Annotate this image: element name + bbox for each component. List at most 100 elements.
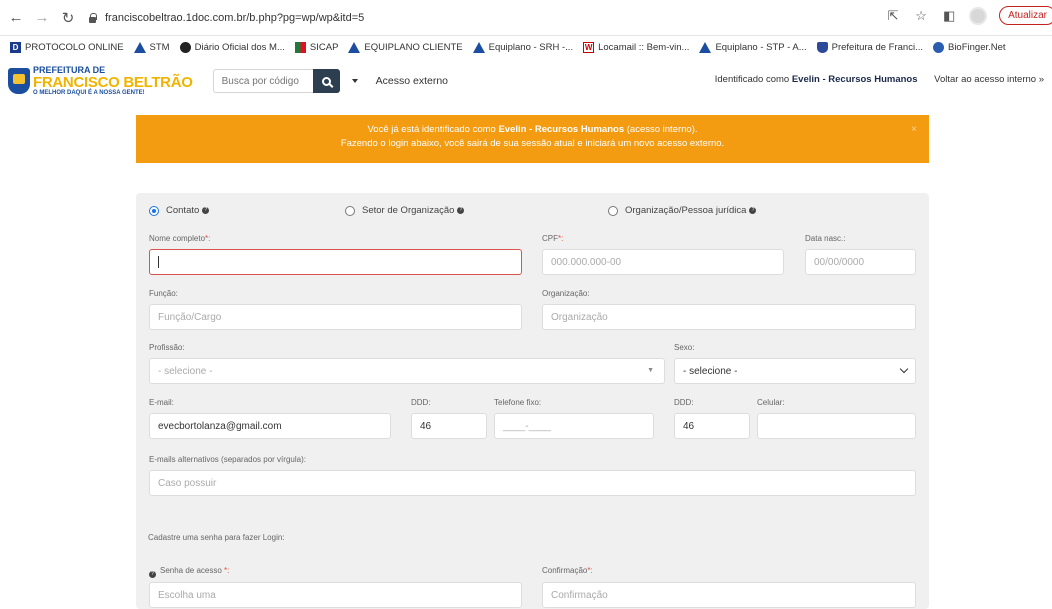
celular-label: Celular: — [757, 398, 785, 407]
code-search — [212, 69, 340, 93]
email-input[interactable]: evecbortolanza@gmail.com — [149, 413, 391, 439]
ddd-celular-input[interactable]: 46 — [674, 413, 750, 439]
radio-label: Setor de Organização — [362, 205, 455, 216]
doc-d-icon: D — [10, 41, 21, 53]
chevron-down-icon — [899, 364, 909, 374]
radio-button[interactable] — [345, 205, 355, 216]
bookmark-label: SICAP — [309, 41, 339, 53]
browser-toolbar: ← → ↻ franciscobeltrao.1doc.com.br/b.php… — [0, 0, 1052, 36]
url-bar[interactable]: franciscobeltrao.1doc.com.br/b.php?pg=wp… — [88, 6, 364, 30]
shield-icon — [816, 41, 828, 53]
logo-line-2: FRANCISCO BELTRÃO — [33, 74, 193, 91]
radio-label: Contato — [166, 205, 200, 216]
funcao-input[interactable]: Função/Cargo — [149, 304, 522, 330]
close-icon[interactable]: × — [911, 123, 917, 137]
nome-label: Nome completo*: — [149, 234, 211, 243]
search-button[interactable] — [312, 69, 340, 93]
bookmark-label: EQUIPLANO CLIENTE — [364, 41, 463, 53]
sexo-value: - selecione - — [683, 365, 738, 377]
w-icon: W — [583, 41, 595, 53]
bookmark-label: Locamail :: Bem-vin... — [598, 41, 690, 53]
emails-alt-input[interactable]: Caso possuir — [149, 470, 916, 496]
bookmark-item[interactable]: Diário Oficial dos M... — [179, 41, 285, 53]
help-icon[interactable]: ? — [149, 571, 156, 578]
triangle-icon — [699, 41, 712, 53]
bookmark-item[interactable]: Equiplano - STP - A... — [699, 41, 807, 53]
bookmark-item[interactable]: Equiplano - SRH -... — [472, 41, 574, 53]
reload-icon[interactable]: ↻ — [58, 8, 78, 28]
alert-line-1: Você já está identificado como Evelin - … — [136, 123, 929, 137]
sicap-icon — [294, 41, 306, 53]
sexo-select[interactable]: - selecione - — [674, 358, 916, 384]
chevron-down-icon[interactable] — [351, 79, 358, 83]
help-icon[interactable]: ? — [749, 207, 757, 214]
nome-input[interactable] — [149, 249, 522, 275]
celular-input[interactable] — [757, 413, 916, 439]
help-icon[interactable]: ? — [457, 207, 465, 214]
bookmark-item[interactable]: W Locamail :: Bem-vin... — [583, 41, 690, 53]
lock-icon — [88, 12, 97, 23]
cpf-input[interactable]: 000.000.000-00 — [542, 249, 784, 275]
nasc-input[interactable]: 00/00/0000 — [805, 249, 916, 275]
confirmacao-input[interactable]: Confirmação — [542, 582, 916, 608]
site-header: PREFEITURA DE FRANCISCO BELTRÃO O MELHOR… — [0, 60, 1052, 102]
senha-input[interactable]: Escolha uma — [149, 582, 522, 608]
session-alert: Você já está identificado como Evelin - … — [136, 115, 929, 163]
url-text: franciscobeltrao.1doc.com.br/b.php?pg=wp… — [105, 11, 365, 24]
identified-prefix: Identificado como — [714, 74, 790, 85]
radio-contato[interactable]: Contato ? — [149, 205, 210, 216]
bookmark-label: Equiplano - SRH -... — [488, 41, 574, 53]
profissao-label: Profissão: — [149, 343, 185, 352]
logo-line-3: O MELHOR DAQUI É A NOSSA GENTE! — [33, 90, 145, 96]
senha-label: ? Senha de acesso *: — [149, 566, 229, 578]
radio-organizacao[interactable]: Organização/Pessoa jurídica ? — [608, 205, 757, 216]
ddd-celular-label: DDD: — [674, 398, 694, 407]
bookmark-item[interactable]: EQUIPLANO CLIENTE — [348, 41, 463, 53]
back-arrow-icon[interactable]: ← — [6, 8, 26, 28]
profile-avatar[interactable] — [969, 6, 988, 25]
forward-arrow-icon[interactable]: → — [32, 8, 52, 28]
ddd-input[interactable]: 46 — [411, 413, 487, 439]
ddd-label: DDD: — [411, 398, 431, 407]
bookmark-item[interactable]: STM — [133, 41, 170, 53]
radio-button-checked[interactable] — [149, 205, 159, 216]
bookmark-item[interactable]: SICAP — [294, 41, 339, 53]
radio-label: Organização/Pessoa jurídica — [625, 205, 747, 216]
profissao-select[interactable]: - selecione - ▼ — [149, 358, 665, 384]
emails-alt-label: E-mails alternativos (separados por vírg… — [149, 455, 306, 464]
browser-tools: ⇱ ☆ ◧ Atualizar — [885, 6, 1052, 25]
telefone-label: Telefone fixo: — [494, 398, 542, 407]
external-access-menu[interactable]: Acesso externo — [376, 75, 448, 87]
star-icon[interactable]: ☆ — [913, 8, 929, 24]
back-to-internal-link[interactable]: Voltar ao acesso interno » — [934, 74, 1044, 85]
confirmacao-label: Confirmação*: — [542, 566, 593, 575]
prefeitura-logo[interactable]: PREFEITURA DE FRANCISCO BELTRÃO O MELHOR… — [8, 66, 193, 96]
radio-button[interactable] — [608, 205, 618, 216]
crest-icon — [8, 68, 30, 94]
sidebar-icon[interactable]: ◧ — [941, 8, 957, 24]
bookmark-item[interactable]: BioFinger.Net — [932, 41, 1006, 53]
alert-text: Você já está identificado como — [367, 124, 499, 135]
code-search-input[interactable] — [212, 69, 313, 93]
bookmark-item[interactable]: D PROTOCOLO ONLINE — [10, 41, 124, 53]
update-button[interactable]: Atualizar — [999, 6, 1052, 25]
share-icon[interactable]: ⇱ — [885, 8, 901, 24]
alert-text-end: (acesso interno). — [624, 124, 698, 135]
help-icon[interactable]: ? — [202, 207, 210, 214]
circle-icon — [179, 41, 191, 53]
sexo-label: Sexo: — [674, 343, 695, 352]
text-cursor — [158, 256, 159, 268]
email-label: E-mail: — [149, 398, 174, 407]
org-input[interactable]: Organização — [542, 304, 916, 330]
funcao-label: Função: — [149, 289, 178, 298]
telefone-input[interactable]: ____-____ — [494, 413, 654, 439]
fingerprint-icon — [932, 41, 944, 53]
cpf-label: CPF*: — [542, 234, 564, 243]
org-label: Organização: — [542, 289, 590, 298]
identified-user: Evelin - Recursos Humanos — [791, 74, 918, 85]
radio-setor[interactable]: Setor de Organização ? — [345, 205, 465, 216]
search-icon — [321, 76, 331, 86]
bookmark-label: Equiplano - STP - A... — [715, 41, 807, 53]
bookmark-label: STM — [149, 41, 170, 53]
bookmark-item[interactable]: Prefeitura de Franci... — [816, 41, 923, 53]
